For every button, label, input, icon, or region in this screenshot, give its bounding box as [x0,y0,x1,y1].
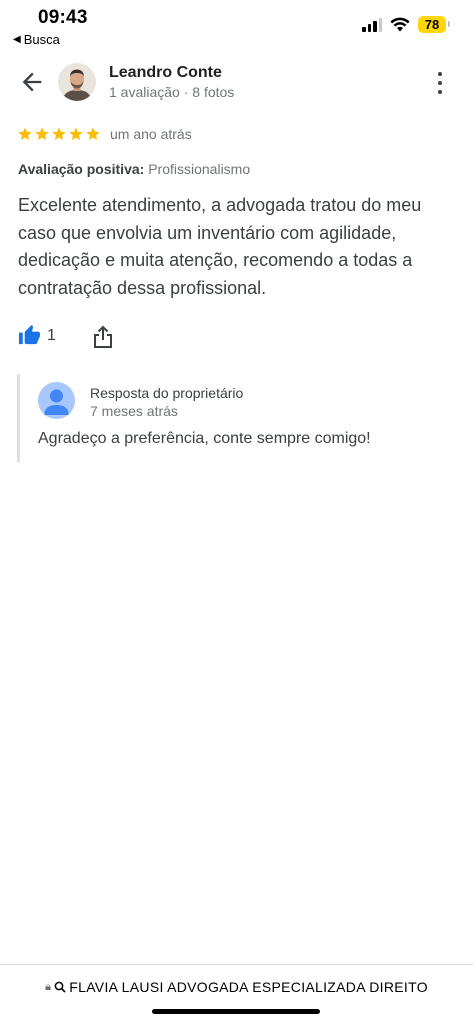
browser-address-bar[interactable]: 🔒︎ FLAVIA LAUSI ADVOGADA ESPECIALIZADA D… [0,964,473,1024]
reviewer-avatar[interactable] [58,63,96,101]
owner-avatar [38,382,75,419]
url-text: FLAVIA LAUSI ADVOGADA ESPECIALIZADA DIRE… [69,979,428,995]
star-icon [52,127,66,140]
owner-response-text: Agradeço a preferência, conte sempre com… [38,430,371,447]
lock-icon: 🔒︎ [45,980,52,993]
review-actions: 1 [18,324,218,354]
share-icon[interactable] [92,325,114,349]
star-rating [17,126,101,142]
like-count: 1 [47,326,56,344]
url-row[interactable]: 🔒︎ FLAVIA LAUSI ADVOGADA ESPECIALIZADA D… [0,979,473,995]
thumb-up-icon [18,324,41,345]
reviewer-meta: 1 avaliação · 8 fotos [109,84,235,100]
review-time: um ano atrás [110,126,192,142]
star-icon [86,127,100,140]
star-icon [69,127,83,140]
positive-attributes: Avaliação positiva: Profissionalismo [18,161,250,177]
wifi-icon [390,17,410,32]
more-vert-icon[interactable] [430,70,450,96]
review-text: Excelente atendimento, a advogada tratou… [18,195,422,298]
back-triangle-icon: ◀ [13,34,21,45]
cellular-signal-icon [362,17,382,32]
owner-response-title: Resposta do proprietário [90,385,244,401]
like-button[interactable]: 1 [18,324,56,347]
positive-value: Profissionalismo [148,161,251,177]
battery-indicator: 78 [418,16,450,33]
star-icon [35,127,49,140]
reviewer-name[interactable]: Leandro Conte [109,64,222,82]
review-header: Leandro Conte 1 avaliação · 8 fotos [0,58,473,108]
home-indicator[interactable] [152,1009,320,1014]
back-to-app-link[interactable]: ◀ Busca [13,32,60,47]
owner-response: Resposta do proprietário 7 meses atrás A… [17,374,447,462]
rating-row: um ano atrás [17,126,192,142]
positive-label: Avaliação positiva: [18,161,145,177]
star-icon [18,127,32,140]
status-icons: 78 [362,16,450,33]
status-time: 09:43 [38,7,88,28]
search-icon [54,981,66,993]
arrow-left-icon[interactable] [18,68,46,96]
owner-response-time: 7 meses atrás [90,403,178,419]
back-app-label: Busca [23,32,60,47]
status-bar: 09:43 ◀ Busca 78 [0,0,473,50]
